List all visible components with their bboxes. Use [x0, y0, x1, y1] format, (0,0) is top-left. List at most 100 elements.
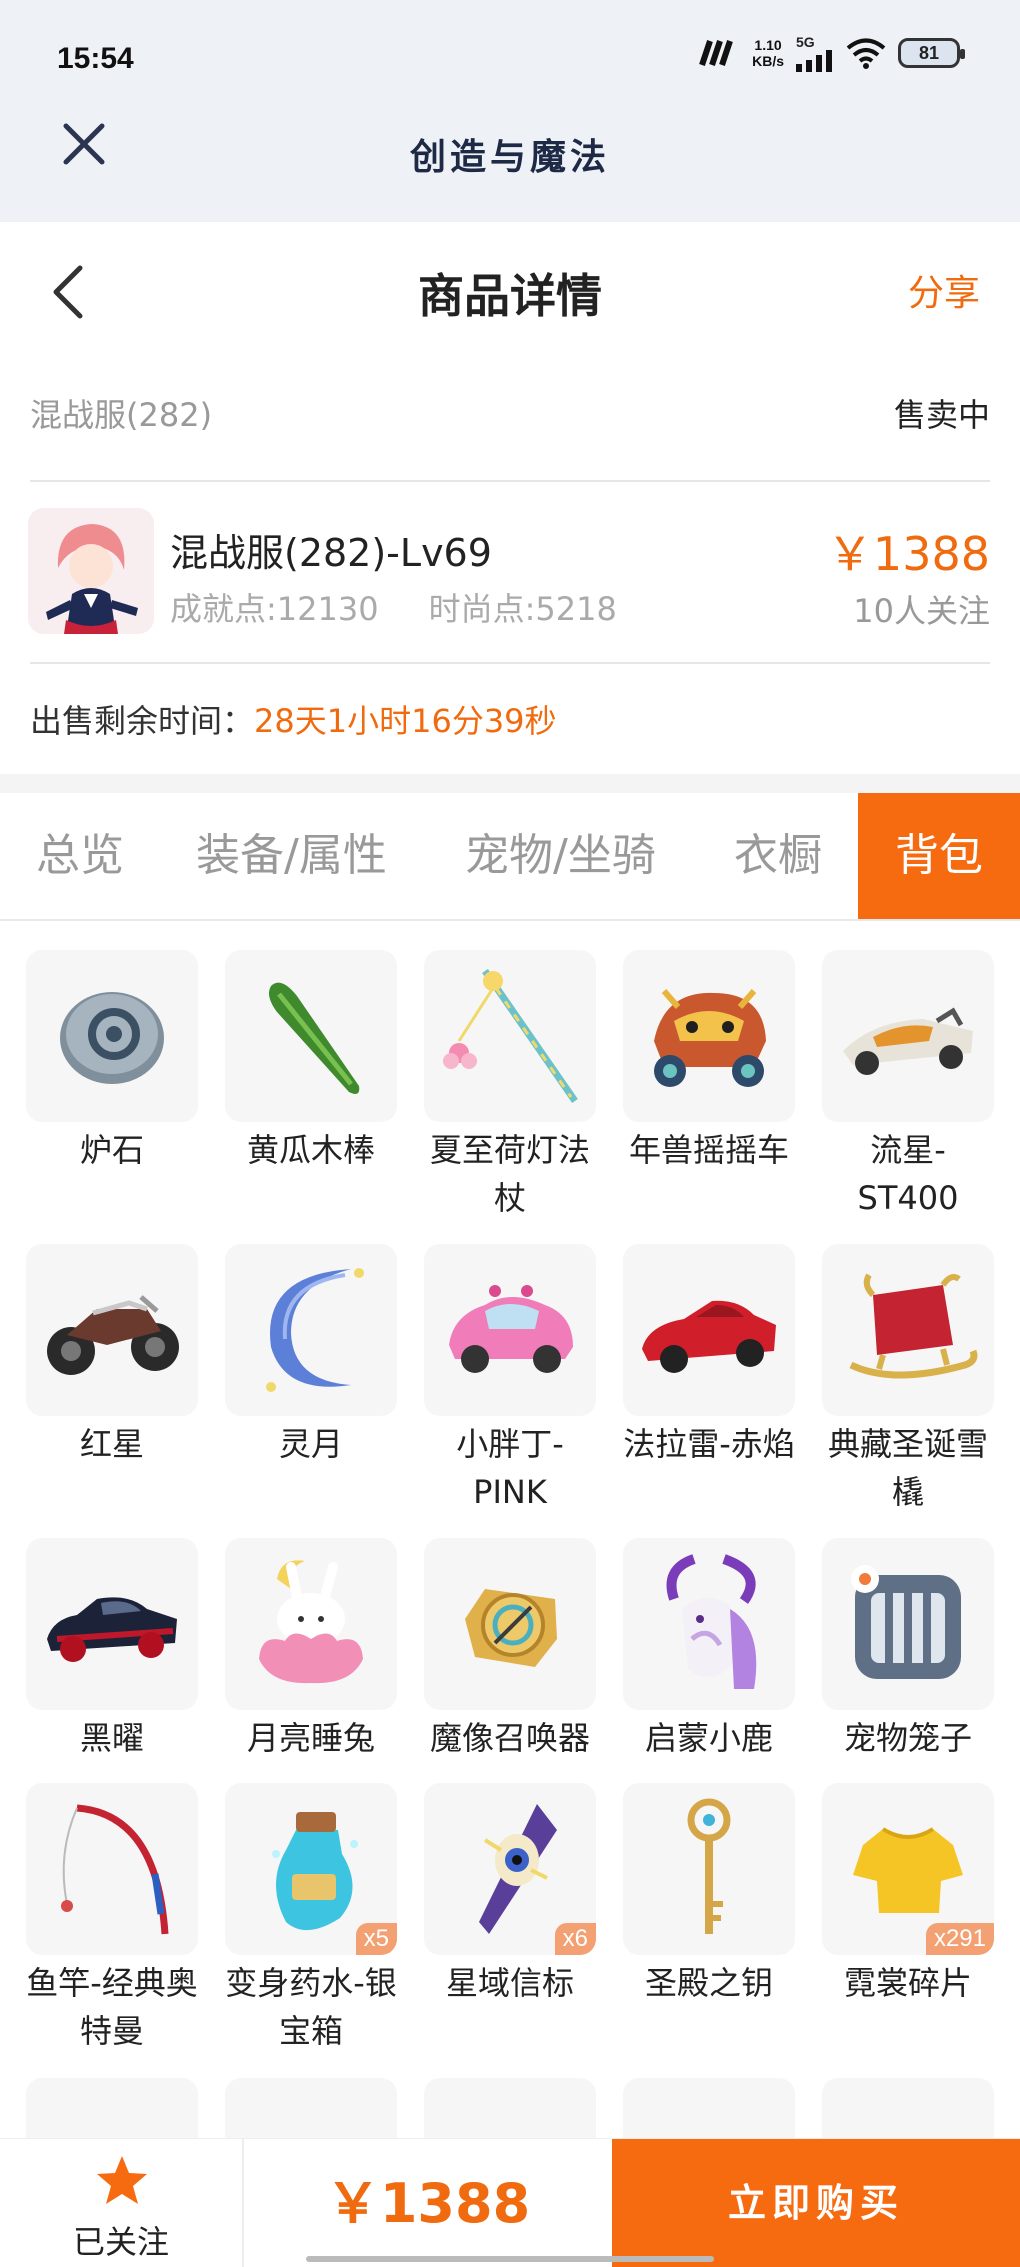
grid-item[interactable]: 圣殿之钥 — [623, 1783, 795, 2007]
net-speed-value: 1.10 — [754, 37, 782, 53]
item-name: 黑曜 — [79, 1719, 144, 1757]
battery-indicator: 81 — [898, 38, 965, 68]
item-name: 流星-ST400 — [857, 1131, 959, 1217]
grid-item[interactable]: 红星 — [26, 1244, 198, 1468]
item-thumb — [623, 1783, 795, 1955]
tab-wardrobe[interactable]: 衣橱 — [734, 793, 822, 919]
grid-item[interactable]: 小胖丁-PINK — [424, 1244, 596, 1516]
remaining-time: 出售剩余时间：28天1小时16分39秒 — [30, 696, 557, 742]
item-thumb — [424, 950, 596, 1122]
item-name: 星域信标 — [445, 1964, 574, 2002]
fashion-points: 时尚点:5218 — [428, 590, 617, 628]
item-thumb: x5 — [225, 1783, 397, 1955]
product-summary[interactable]: 混战服(282)-Lv69 成就点:12130 时尚点:5218 ￥1388 10… — [28, 508, 990, 638]
grid-item[interactable]: 鱼竿-经典奥特曼 — [26, 1783, 198, 2055]
grid-item[interactable]: 启蒙小鹿 — [623, 1538, 795, 1762]
item-thumb — [225, 950, 397, 1122]
item-thumb — [225, 1538, 397, 1710]
server-row: 混战服(282) 售卖中 — [30, 390, 990, 440]
item-name: 夏至荷灯法杖 — [429, 1131, 590, 1217]
red-sportscar-icon — [642, 1300, 776, 1373]
item-thumb — [424, 1244, 596, 1416]
item-name: 月亮睡兔 — [246, 1719, 375, 1757]
motorcycle-icon — [47, 1295, 179, 1375]
tab-pets[interactable]: 宠物/坐骑 — [465, 793, 656, 919]
racer-icon — [843, 1007, 973, 1075]
item-name: 灵月 — [278, 1425, 343, 1463]
share-button[interactable]: 分享 — [908, 264, 980, 316]
cell-signal-icon — [796, 50, 832, 72]
black-car-icon — [47, 1597, 177, 1662]
pink-car-icon — [449, 1285, 573, 1373]
fishing-rod-icon — [61, 1804, 169, 1935]
home-indicator — [306, 2256, 714, 2262]
deer-icon — [666, 1554, 757, 1689]
grid-item[interactable]: 法拉雷-赤焰 — [623, 1244, 795, 1468]
cell-signal: 5G — [796, 34, 834, 72]
cucumber-stick-icon — [269, 982, 360, 1094]
item-name: 小胖丁-PINK — [456, 1425, 564, 1511]
grid-item[interactable]: x5 变身药水-银宝箱 — [225, 1783, 397, 2055]
item-thumb — [26, 1783, 198, 1955]
grid-item[interactable]: 夏至荷灯法杖 — [424, 950, 596, 1222]
golem-summoner-icon — [465, 1589, 557, 1667]
grid-item[interactable]: 炉石 — [26, 950, 198, 1174]
remaining-time-value: 28天1小时16分39秒 — [254, 702, 557, 740]
follow-label: 已关注 — [72, 2223, 169, 2261]
sale-status: 售卖中 — [893, 396, 990, 434]
grid-item[interactable]: 魔像召唤器 — [424, 1538, 596, 1762]
tab-overview[interactable]: 总览 — [36, 793, 124, 919]
item-name: 宠物笼子 — [843, 1719, 972, 1757]
grid-item[interactable]: 流星-ST400 — [822, 950, 994, 1222]
bottom-bar: 已关注 ￥1388 立即购买 — [0, 2138, 1020, 2267]
app-header: 15:54 1.10 KB/s 5G 81 创造与魔法 — [0, 0, 1020, 222]
grid-item[interactable]: 黑曜 — [26, 1538, 198, 1762]
item-name: 黄瓜木棒 — [246, 1131, 375, 1169]
item-name: 法拉雷-赤焰 — [623, 1425, 795, 1463]
status-icons: 1.10 KB/s 5G 81 — [696, 34, 965, 72]
item-name: 红星 — [79, 1425, 144, 1463]
tab-equipment[interactable]: 装备/属性 — [196, 793, 387, 919]
item-thumb — [26, 1244, 198, 1416]
stone-icon — [60, 992, 164, 1084]
item-name: 魔像召唤器 — [429, 1719, 590, 1757]
bottom-price: ￥1388 — [325, 2172, 531, 2235]
item-thumb — [225, 1244, 397, 1416]
page-header: 商品详情 分享 — [0, 222, 1020, 352]
grid-item[interactable]: 年兽摇摇车 — [623, 950, 795, 1174]
item-name: 典藏圣诞雪橇 — [827, 1425, 988, 1511]
item-count-badge: x5 — [355, 1923, 397, 1955]
grid-item[interactable]: x291 霓裳碎片 — [822, 1783, 994, 2007]
grid-item[interactable]: 典藏圣诞雪橇 — [822, 1244, 994, 1516]
item-count-badge: x291 — [925, 1923, 994, 1955]
lotus-staff-icon — [443, 969, 578, 1103]
item-thumb — [822, 1244, 994, 1416]
item-thumb — [623, 1244, 795, 1416]
grid-item[interactable]: 月亮睡兔 — [225, 1538, 397, 1762]
item-name: 启蒙小鹿 — [644, 1719, 773, 1757]
item-count-badge: x6 — [554, 1923, 596, 1955]
item-thumb — [26, 950, 198, 1122]
key-icon — [687, 1798, 731, 1934]
pet-cage-icon — [851, 1565, 961, 1679]
detail-tabs: 总览 装备/属性 宠物/坐骑 衣橱 背包 — [0, 793, 1020, 921]
avatar — [28, 508, 154, 634]
item-thumb — [822, 1538, 994, 1710]
grid-item[interactable]: x6 星域信标 — [424, 1783, 596, 2007]
item-name: 鱼竿-经典奥特曼 — [26, 1964, 198, 2050]
tab-backpack[interactable]: 背包 — [858, 793, 1020, 919]
item-name: 炉石 — [79, 1131, 144, 1169]
item-name: 霓裳碎片 — [843, 1964, 972, 2002]
moon-rabbit-icon — [259, 1560, 363, 1684]
net-speed: 1.10 KB/s — [752, 37, 784, 69]
grid-item[interactable]: 黄瓜木棒 — [225, 950, 397, 1174]
grid-item[interactable]: 灵月 — [225, 1244, 397, 1468]
buy-now-button[interactable]: 立即购买 — [612, 2139, 1020, 2267]
grid-item[interactable]: 宠物笼子 — [822, 1538, 994, 1762]
divider — [30, 662, 990, 664]
item-thumb — [424, 1538, 596, 1710]
achievement-points: 成就点:12130 — [170, 590, 379, 628]
app-title: 创造与魔法 — [409, 137, 610, 178]
follow-button[interactable]: 已关注 — [0, 2139, 244, 2267]
item-name: 圣殿之钥 — [644, 1964, 773, 2002]
